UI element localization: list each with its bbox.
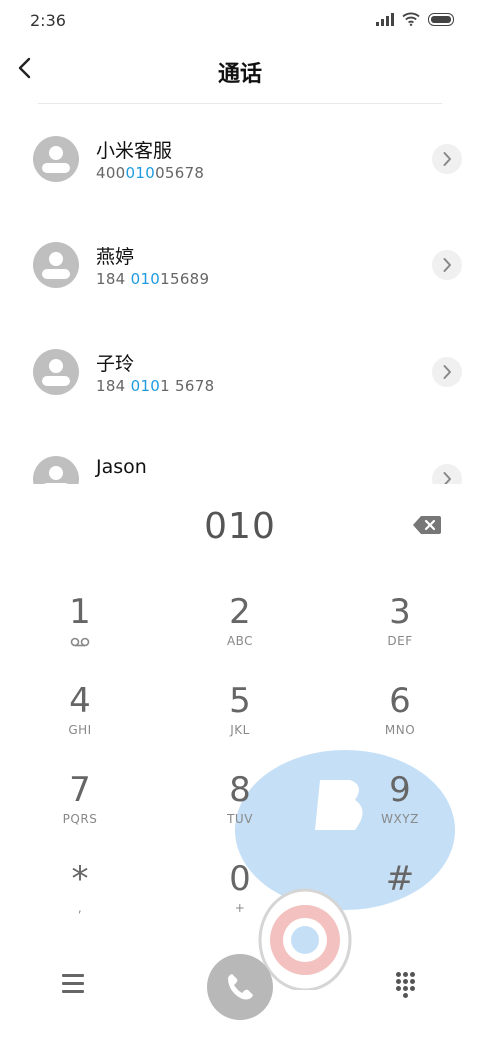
page-title: 通话	[217, 62, 262, 87]
key-digit: 6	[389, 681, 411, 721]
key-letters: WXYZ	[381, 812, 419, 826]
battery-icon	[428, 12, 454, 26]
status-time: 2:36	[30, 11, 66, 30]
dial-display: 010	[0, 500, 480, 560]
dialed-number: 010	[204, 506, 276, 547]
key-star[interactable]: * ,	[20, 859, 140, 939]
key-hash[interactable]: #	[340, 859, 460, 939]
wifi-icon	[402, 12, 420, 26]
key-digit: 7	[69, 770, 91, 810]
backspace-icon	[413, 516, 441, 534]
key-letters: +	[234, 901, 246, 915]
key-9[interactable]: 9 WXYZ	[340, 770, 460, 850]
key-3[interactable]: 3 DEF	[340, 592, 460, 672]
voicemail-icon	[70, 637, 90, 647]
key-letters: JKL	[230, 723, 250, 737]
status-bar: 2:36	[0, 0, 480, 40]
key-2[interactable]: 2 ABC	[180, 592, 300, 672]
key-letters: PQRS	[62, 812, 98, 826]
key-digit: 1	[69, 592, 91, 632]
key-letters: ABC	[226, 634, 254, 648]
contact-row[interactable]: 燕婷 184 01015689	[0, 210, 480, 316]
key-digit: 2	[229, 592, 251, 632]
contact-name: 燕婷	[96, 246, 135, 268]
contact-list: 小米客服 40001005678 燕婷 184 01015689 子玲 184 …	[0, 104, 480, 484]
key-letters: GHI	[68, 723, 92, 737]
contact-row[interactable]: Jason	[0, 424, 480, 484]
key-1[interactable]: 1	[20, 592, 140, 672]
contact-number: 40001005678	[96, 164, 205, 182]
key-digit: 0	[229, 859, 251, 899]
contact-name: 子玲	[96, 353, 135, 375]
key-letters: MNO	[384, 723, 416, 737]
key-digit: *	[71, 859, 89, 899]
phone-icon	[228, 974, 253, 1000]
header: 通话	[0, 40, 480, 104]
key-5[interactable]: 5 JKL	[180, 681, 300, 761]
signal-icon	[376, 12, 394, 26]
keypad-toggle-button[interactable]	[396, 972, 416, 998]
contact-number: 184 0101 5678	[96, 377, 215, 395]
key-0[interactable]: 0 +	[180, 859, 300, 939]
avatar	[33, 136, 79, 182]
avatar	[33, 456, 79, 484]
key-6[interactable]: 6 MNO	[340, 681, 460, 761]
chevron-right-icon	[443, 152, 451, 166]
keypad: 1 2 ABC 3 DEF 4 GHI 5 JKL 6 MNO 7 PQRS 8…	[0, 580, 480, 940]
key-digit: 9	[389, 770, 411, 810]
avatar	[33, 242, 79, 288]
key-digit: 5	[229, 681, 251, 721]
contact-name: Jason	[96, 456, 147, 478]
backspace-button[interactable]	[412, 514, 442, 536]
contact-row[interactable]: 子玲 184 0101 5678	[0, 317, 480, 423]
bottom-bar	[0, 950, 480, 1030]
call-button[interactable]	[207, 954, 273, 1020]
menu-icon	[62, 974, 84, 993]
contact-row[interactable]: 小米客服 40001005678	[0, 104, 480, 210]
key-digit: 4	[69, 681, 91, 721]
key-letters: ,	[77, 901, 83, 915]
key-digit: #	[385, 859, 415, 899]
contact-details-button[interactable]	[432, 144, 462, 174]
menu-button[interactable]	[62, 974, 84, 994]
key-digit: 8	[229, 770, 251, 810]
key-digit: 3	[389, 592, 411, 632]
key-8[interactable]: 8 TUV	[180, 770, 300, 850]
key-letters: DEF	[387, 634, 413, 648]
contact-details-button[interactable]	[432, 464, 462, 484]
key-4[interactable]: 4 GHI	[20, 681, 140, 761]
contact-details-button[interactable]	[432, 357, 462, 387]
chevron-right-icon	[443, 472, 451, 484]
status-icons	[376, 12, 454, 26]
contact-number: 184 01015689	[96, 270, 210, 288]
key-7[interactable]: 7 PQRS	[20, 770, 140, 850]
contact-details-button[interactable]	[432, 250, 462, 280]
key-letters: TUV	[227, 812, 253, 826]
phone-screen: 2:36 通话 小米客服 40001005678 燕婷 184 01015689…	[0, 0, 480, 1040]
avatar	[33, 349, 79, 395]
contact-name: 小米客服	[96, 140, 173, 162]
chevron-right-icon	[443, 258, 451, 272]
chevron-right-icon	[443, 365, 451, 379]
